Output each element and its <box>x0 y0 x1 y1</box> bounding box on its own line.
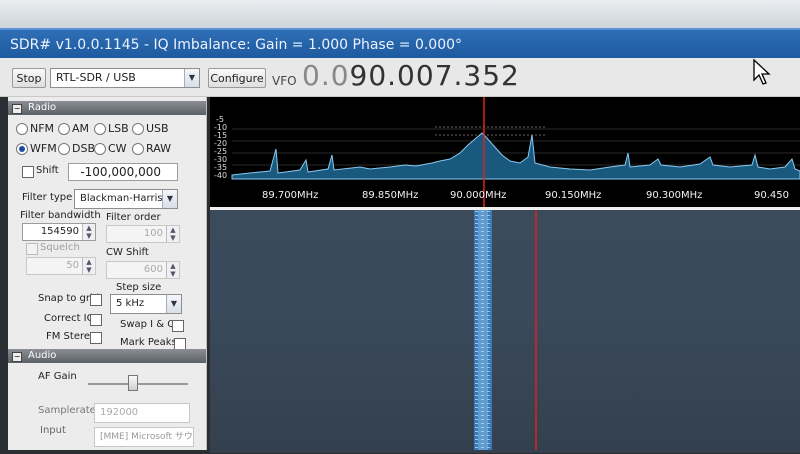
samplerate-select[interactable]: 192000 <box>94 403 190 423</box>
collapse-icon[interactable]: − <box>12 104 22 114</box>
frequency-axis-label: 90.150MHz <box>545 190 602 201</box>
af-gain-slider-track[interactable] <box>88 383 188 385</box>
cw-shift-value: 600 <box>143 264 163 275</box>
mode-radio-am[interactable]: AM <box>58 122 89 136</box>
spinner-arrows-icon[interactable]: ▲ ▼ <box>82 258 95 274</box>
frequency-axis-label: 90.450 <box>754 190 789 201</box>
vfo-label: VFO <box>272 74 297 88</box>
frequency-axis-label: 90.300MHz <box>646 190 703 201</box>
device-select-value: RTL-SDR / USB <box>56 71 136 84</box>
mark-peaks-label: Mark Peaks <box>120 337 177 348</box>
frequency-axis-label: 90.000MHz <box>450 190 507 201</box>
squelch-label: Squelch <box>40 242 80 253</box>
input-label: Input <box>40 425 66 436</box>
radio-header-label: Radio <box>28 102 57 113</box>
audio-header-label: Audio <box>28 350 57 361</box>
radio-panel-header[interactable]: − Radio <box>8 101 206 115</box>
filter-order-label: Filter order <box>106 212 161 223</box>
mode-radio-wfm[interactable]: WFM <box>16 142 57 156</box>
cw-shift-input[interactable]: 600 ▲ ▼ <box>106 261 180 279</box>
step-size-select[interactable]: 5 kHz ▼ <box>110 294 182 314</box>
step-size-value: 5 kHz <box>116 298 145 309</box>
waterfall-display[interactable] <box>210 207 800 453</box>
samplerate-value: 192000 <box>100 407 139 418</box>
spinner-arrows-icon[interactable]: ▲ ▼ <box>166 262 179 278</box>
filter-type-label: Filter type <box>22 192 73 203</box>
stop-button[interactable]: Stop <box>12 68 46 88</box>
shift-label: Shift <box>36 165 59 176</box>
filter-order-value: 100 <box>143 228 163 239</box>
device-select[interactable]: RTL-SDR / USB ▼ <box>50 68 200 88</box>
mode-radio-lsb[interactable]: LSB <box>94 122 129 136</box>
filter-type-value: Blackman-Harris <box>80 193 163 204</box>
filter-order-input[interactable]: 100 ▲ ▼ <box>106 225 180 243</box>
mode-radio-nfm[interactable]: NFM <box>16 122 54 136</box>
configure-button[interactable]: Configure <box>208 68 266 88</box>
filter-bandwidth-label: Filter bandwidth <box>20 210 101 221</box>
filter-type-select[interactable]: Blackman-Harris ▼ <box>74 189 178 209</box>
mode-radio-dsb[interactable]: DSB <box>58 142 95 156</box>
spinner-arrows-icon[interactable]: ▲ ▼ <box>166 226 179 242</box>
correct-iq-checkbox[interactable] <box>90 314 102 326</box>
mode-radio-raw[interactable]: RAW <box>132 142 171 156</box>
db-scale-label: -40 <box>214 171 228 180</box>
vfo-leading-digits: 0.0 <box>302 59 350 92</box>
snap-to-grid-checkbox[interactable] <box>90 294 102 306</box>
shift-checkbox[interactable] <box>22 166 34 178</box>
chevron-down-icon: ▼ <box>184 69 199 87</box>
input-device-select[interactable]: [MME] Microsoft サウ <box>94 427 194 447</box>
input-device-value: [MME] Microsoft サウ <box>100 432 193 442</box>
mode-radio-cw[interactable]: CW <box>94 142 127 156</box>
af-gain-slider-thumb[interactable] <box>128 375 138 391</box>
af-gain-label: AF Gain <box>38 371 77 382</box>
settings-panel: − Radio NFM AM LSB USB WFM DSB CW RAW Sh… <box>8 97 207 450</box>
samplerate-label: Samplerate <box>38 405 96 416</box>
vfo-frequency-display[interactable]: 0.090.007.352 <box>302 58 520 94</box>
filter-bandwidth-value: 154590 <box>40 226 79 237</box>
step-size-label: Step size <box>116 282 162 293</box>
spinner-arrows-icon[interactable]: ▲ ▼ <box>82 224 95 240</box>
waterfall-signal <box>474 210 537 450</box>
swap-iq-checkbox[interactable] <box>172 320 184 332</box>
shift-input[interactable]: -100,000,000 <box>68 163 178 181</box>
correct-iq-label: Correct IQ <box>44 313 95 324</box>
chevron-down-icon: ▼ <box>162 190 177 208</box>
fm-stereo-checkbox[interactable] <box>90 332 102 344</box>
squelch-input[interactable]: 50 ▲ ▼ <box>26 257 96 275</box>
mouse-cursor-icon <box>753 58 771 85</box>
audio-panel-header[interactable]: − Audio <box>8 349 206 363</box>
squelch-value: 50 <box>66 260 79 271</box>
filter-bandwidth-input[interactable]: 154590 ▲ ▼ <box>22 223 96 241</box>
fm-stereo-label: FM Stereo <box>46 331 97 342</box>
vfo-digits-value: 90.007.352 <box>349 59 520 92</box>
frequency-axis-label: 89.850MHz <box>362 190 419 201</box>
monitor-bezel <box>0 0 800 28</box>
window-title: SDR# v1.0.0.1145 - IQ Imbalance: Gain = … <box>0 28 800 58</box>
mode-radio-usb[interactable]: USB <box>132 122 169 136</box>
chevron-down-icon: ▼ <box>166 295 181 313</box>
frequency-axis-label: 89.700MHz <box>262 190 319 201</box>
collapse-icon[interactable]: − <box>12 352 22 362</box>
cw-shift-label: CW Shift <box>106 247 149 258</box>
squelch-checkbox[interactable] <box>26 243 38 255</box>
swap-iq-label: Swap I & Q <box>120 319 176 330</box>
